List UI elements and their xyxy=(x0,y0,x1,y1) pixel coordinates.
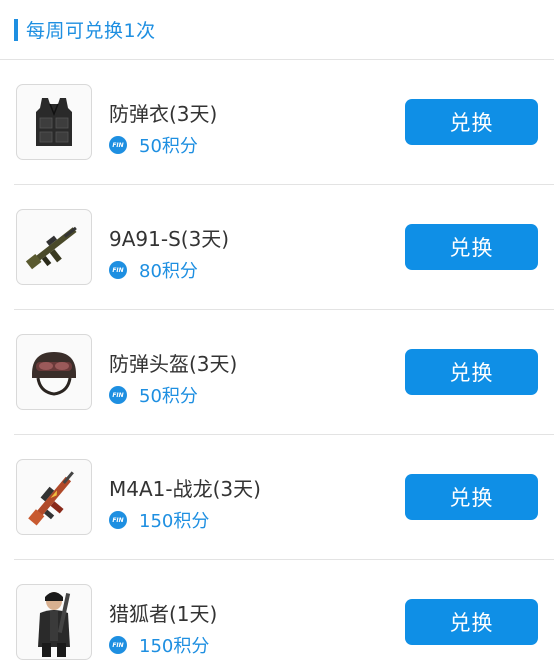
coin-icon: FIN xyxy=(109,386,127,404)
list-item: 防弹衣(3天) FIN 50积分 兑换 xyxy=(14,60,554,185)
helmet-icon xyxy=(16,334,92,410)
exchange-button[interactable]: 兑换 xyxy=(405,224,538,270)
character-fox-hunter-icon xyxy=(16,584,92,660)
coin-icon: FIN xyxy=(109,261,127,279)
item-points: FIN 50积分 xyxy=(109,132,198,158)
coin-icon: FIN xyxy=(109,636,127,654)
exchange-button[interactable]: 兑换 xyxy=(405,99,538,145)
exchange-button[interactable]: 兑换 xyxy=(405,599,538,645)
points-value: 80积分 xyxy=(139,261,198,282)
coin-icon: FIN xyxy=(109,511,127,529)
exchange-button[interactable]: 兑换 xyxy=(405,349,538,395)
list-item: 猎狐者(1天) FIN 150积分 兑换 xyxy=(14,560,554,669)
item-points: FIN 150积分 xyxy=(109,507,209,533)
item-points: FIN 150积分 xyxy=(109,632,209,658)
points-value: 150积分 xyxy=(139,511,210,532)
exchange-button[interactable]: 兑换 xyxy=(405,474,538,520)
item-name: 防弹衣(3天) xyxy=(109,102,218,126)
item-name: 9A91-S(3天) xyxy=(109,227,230,251)
coin-icon: FIN xyxy=(109,136,127,154)
section-title: 每周可兑换1次 xyxy=(26,20,156,42)
points-value: 50积分 xyxy=(139,136,198,157)
list-item: 9A91-S(3天) FIN 80积分 兑换 xyxy=(14,185,554,310)
exchange-page: 每周可兑换1次 防弹衣(3天) FIN 50积分 兑换 9A91-S(3天) F… xyxy=(0,0,554,669)
points-value: 50积分 xyxy=(139,386,198,407)
body-armor-vest-icon xyxy=(16,84,92,160)
rifle-9a91-icon xyxy=(16,209,92,285)
item-name: 猎狐者(1天) xyxy=(109,602,218,626)
points-value: 150积分 xyxy=(139,636,210,657)
section-header: 每周可兑换1次 xyxy=(0,0,554,60)
header-accent-bar xyxy=(14,18,18,41)
list-item: 防弹头盔(3天) FIN 50积分 兑换 xyxy=(14,310,554,435)
item-name: 防弹头盔(3天) xyxy=(109,352,238,376)
item-points: FIN 50积分 xyxy=(109,382,198,408)
item-name: M4A1-战龙(3天) xyxy=(109,477,261,501)
list-item: M4A1-战龙(3天) FIN 150积分 兑换 xyxy=(14,435,554,560)
rifle-m4a1-dragon-icon xyxy=(16,459,92,535)
exchange-list: 防弹衣(3天) FIN 50积分 兑换 9A91-S(3天) FIN 80积分 … xyxy=(0,60,554,669)
item-points: FIN 80积分 xyxy=(109,257,198,283)
